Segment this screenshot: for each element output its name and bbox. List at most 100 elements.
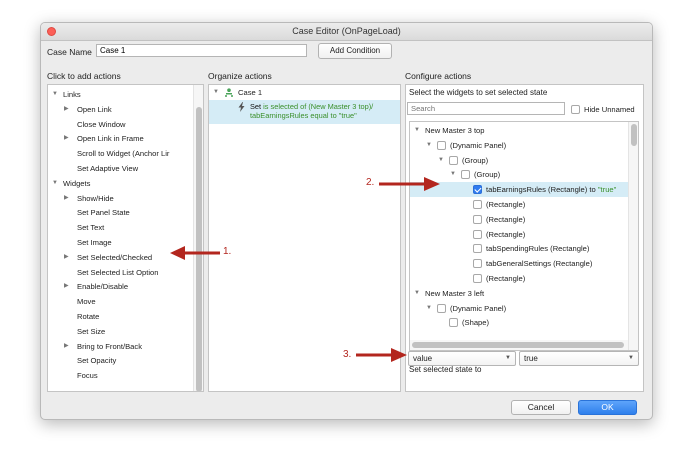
action-item[interactable]: Set Size <box>48 324 192 339</box>
widget-tree-row[interactable]: ▼ (Group) <box>410 167 628 182</box>
widget-checkbox[interactable] <box>473 274 482 283</box>
widget-tree-row[interactable]: (Rectangle) <box>410 227 628 242</box>
annotation-label-1: 1. <box>223 246 232 257</box>
widget-tree-label: (Rectangle) <box>486 200 526 209</box>
chevron-down-icon[interactable]: ▼ <box>52 87 58 102</box>
add-condition-button[interactable]: Add Condition <box>318 43 392 59</box>
chevron-down-icon: ▼ <box>505 355 511 361</box>
widget-checkbox[interactable] <box>437 140 446 150</box>
action-item[interactable]: Focus <box>48 368 192 383</box>
widget-tree-row[interactable]: ▼ (Dynamic Panel) <box>410 138 628 153</box>
widget-tree-row[interactable]: ▼ New Master 3 top <box>410 123 628 138</box>
annotation-label-2: 2. <box>366 177 375 188</box>
widget-checkbox[interactable] <box>473 259 482 269</box>
widget-search-input[interactable] <box>407 102 565 115</box>
widget-tree-row[interactable]: (Rectangle) <box>410 271 628 286</box>
widget-checkbox[interactable] <box>473 185 482 195</box>
action-item[interactable]: ▼ Widgets <box>48 176 192 191</box>
case-name-input[interactable] <box>96 44 307 57</box>
widget-checkbox[interactable] <box>473 214 482 224</box>
widget-tree-label: (Dynamic Panel) <box>450 140 507 150</box>
widget-tree-row[interactable]: tabGeneralSettings (Rectangle) <box>410 256 628 271</box>
widget-tree-label: tabSpendingRules (Rectangle) <box>486 244 590 254</box>
action-item[interactable]: ▶ Bring to Front/Back <box>48 339 192 354</box>
chevron-down-icon[interactable]: ▼ <box>414 123 420 138</box>
action-item[interactable]: Rotate <box>48 309 192 324</box>
widget-checkbox[interactable] <box>437 303 446 313</box>
chevron-down-icon[interactable]: ▼ <box>426 138 432 153</box>
widget-checkbox[interactable] <box>473 200 482 209</box>
widget-tree-row[interactable]: ▼ (Dynamic Panel) <box>410 301 628 316</box>
widget-tree-row[interactable]: (Rectangle) <box>410 197 628 212</box>
close-window-button[interactable] <box>47 27 56 36</box>
action-item-label: Set Text <box>77 223 105 233</box>
action-item[interactable]: ▶ Open Link in Frame <box>48 131 192 146</box>
chevron-right-icon[interactable]: ▶ <box>64 339 69 354</box>
chevron-right-icon[interactable]: ▶ <box>64 250 69 265</box>
action-item[interactable]: Set Adaptive View <box>48 161 192 176</box>
widgets-subheader: Select the widgets to set selected state <box>409 88 548 97</box>
widget-checkbox[interactable] <box>449 318 458 328</box>
action-item[interactable]: Set Opacity <box>48 353 192 368</box>
widget-tree-label: (Rectangle) <box>486 229 526 239</box>
action-item-label: Widgets <box>63 178 91 188</box>
widget-checkbox[interactable] <box>473 229 482 239</box>
chevron-down-icon[interactable]: ▼ <box>438 153 444 168</box>
hide-unnamed-checkbox[interactable] <box>571 105 580 114</box>
action-item-label: Scroll to Widget (Anchor Lir <box>77 149 170 159</box>
action-item[interactable]: Close Window <box>48 117 192 132</box>
actions-list-scrollbar[interactable] <box>193 85 203 391</box>
action-item[interactable]: Scroll to Widget (Anchor Lir <box>48 146 192 161</box>
action-item[interactable]: ▶ Show/Hide <box>48 191 192 206</box>
widget-tree-row[interactable]: (Shape) <box>410 315 628 330</box>
case-expand-toggle-icon[interactable]: ▼ <box>213 85 219 100</box>
action-detail-line1: is selected of (New Master 3 top)/ <box>261 102 374 111</box>
selected-action-row[interactable]: Set is selected of (New Master 3 top)/ t… <box>209 100 400 124</box>
left-panel-header: Click to add actions <box>47 71 121 81</box>
widget-checkbox[interactable] <box>461 170 470 180</box>
action-item[interactable]: Set Text <box>48 220 192 235</box>
case-editor-window: Case Editor (OnPageLoad) Case Name Add C… <box>40 22 653 420</box>
chevron-down-icon[interactable]: ▼ <box>450 167 456 182</box>
widget-tree-label: (Dynamic Panel) <box>450 303 507 313</box>
widget-tree-label-value: "true" <box>597 185 617 195</box>
chevron-down-icon[interactable]: ▼ <box>414 286 420 301</box>
action-item[interactable]: ▼ Links <box>48 87 192 102</box>
action-item-label: Open Link in Frame <box>77 134 144 144</box>
hide-unnamed-label: Hide Unnamed <box>584 105 635 114</box>
chevron-down-icon[interactable]: ▼ <box>52 176 58 191</box>
widget-tree-label: New Master 3 left <box>425 288 485 298</box>
chevron-down-icon[interactable]: ▼ <box>426 301 432 316</box>
window-title: Case Editor (OnPageLoad) <box>292 26 401 36</box>
widget-tree-label: (Group) <box>462 155 489 165</box>
widget-tree-row[interactable]: ▼ (Group) <box>410 153 628 168</box>
widget-tree-row[interactable]: ▼ New Master 3 left <box>410 286 628 301</box>
state-value-select-value: true <box>524 354 538 363</box>
action-item-label: Show/Hide <box>77 193 114 203</box>
ok-button[interactable]: OK <box>578 400 637 415</box>
widget-tree-row[interactable]: tabSpendingRules (Rectangle) <box>410 241 628 256</box>
state-value-select[interactable]: true ▼ <box>519 351 639 366</box>
action-item[interactable]: Set Panel State <box>48 205 192 220</box>
chevron-right-icon[interactable]: ▶ <box>64 191 69 206</box>
widget-tree-vscrollbar-thumb[interactable] <box>631 124 637 146</box>
annotation-label-3: 3. <box>343 349 352 360</box>
widget-tree-vscrollbar[interactable] <box>628 122 638 350</box>
widget-tree-hscrollbar[interactable] <box>410 340 628 350</box>
chevron-right-icon[interactable]: ▶ <box>64 131 69 146</box>
action-item-label: Rotate <box>77 312 100 321</box>
action-item[interactable]: ▶ Open Link <box>48 102 192 117</box>
chevron-right-icon[interactable]: ▶ <box>64 102 69 117</box>
widget-checkbox[interactable] <box>449 155 458 165</box>
cancel-button[interactable]: Cancel <box>511 400 571 415</box>
action-item[interactable]: ▶ Enable/Disable <box>48 279 192 294</box>
widget-checkbox[interactable] <box>473 244 482 254</box>
chevron-right-icon[interactable]: ▶ <box>64 279 69 294</box>
case-row[interactable]: ▼ Case 1 <box>209 85 400 100</box>
state-type-select[interactable]: value ▼ <box>408 351 516 366</box>
action-item[interactable]: Move <box>48 294 192 309</box>
action-item[interactable]: Set Selected List Option <box>48 265 192 280</box>
widget-tree-row[interactable]: tabEarningsRules (Rectangle) to "true" <box>410 182 628 198</box>
widget-tree-hscrollbar-thumb[interactable] <box>412 342 624 348</box>
widget-tree-row[interactable]: (Rectangle) <box>410 212 628 227</box>
